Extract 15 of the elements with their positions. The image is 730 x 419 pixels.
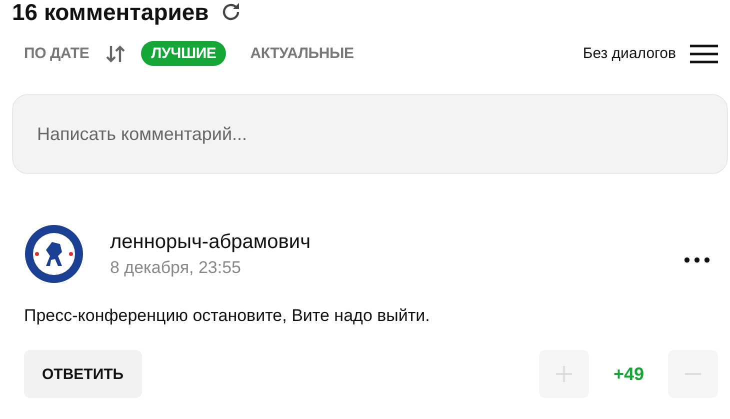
- more-icon[interactable]: [684, 257, 710, 263]
- comment-text: Пресс-конференцию остановите, Вите надо выйти.: [24, 306, 431, 326]
- avatar-icon: [24, 224, 84, 284]
- reply-button[interactable]: ОТВЕТИТЬ: [24, 350, 142, 398]
- vote-score: +49: [613, 364, 644, 384]
- author-name[interactable]: леннорыч-абрамович: [110, 230, 684, 254]
- sort-tab[interactable]: АКТУАЛЬНЫЕ: [240, 41, 364, 66]
- comment-time: 8 декабря, 23:55: [110, 258, 242, 278]
- plus-icon: [554, 364, 574, 384]
- filter-label[interactable]: Без диалогов: [582, 45, 676, 62]
- sort-icon[interactable]: [105, 44, 128, 62]
- comment-input-field[interactable]: Написать комментарий...: [12, 94, 728, 174]
- comments-title: 16 комментариев: [12, 0, 209, 26]
- sort-tab[interactable]: ПО ДАТЕ: [24, 41, 100, 66]
- menu-icon[interactable]: [690, 44, 718, 64]
